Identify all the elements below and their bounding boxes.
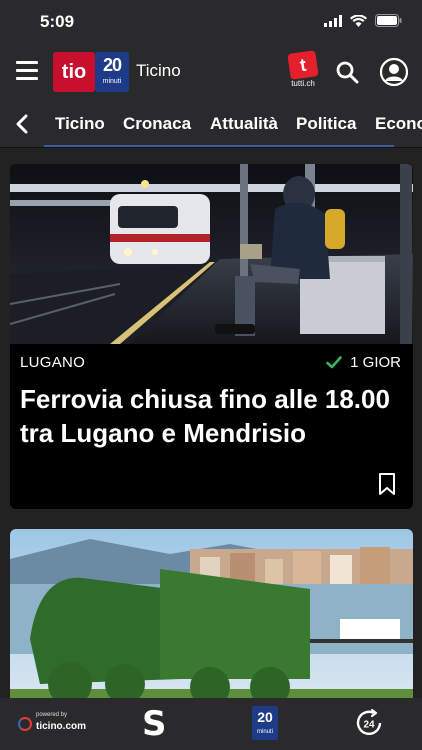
s-logo-button[interactable]: S: [142, 706, 174, 742]
search-icon[interactable]: [335, 60, 359, 84]
tutti-label: tutti.ch: [291, 79, 315, 88]
chevron-left-icon[interactable]: [12, 112, 34, 136]
tab-ticino[interactable]: Ticino: [55, 114, 105, 134]
article-time-label: 1 GIOR: [350, 354, 401, 371]
article-headline[interactable]: Ferrovia chiusa fino alle 18.00 tra Luga…: [20, 382, 410, 450]
ticino-com-powered-by: powered by: [36, 712, 68, 718]
tab-cronaca[interactable]: Cronaca: [123, 114, 191, 134]
20-minuti-logo[interactable]: 20 minuti: [95, 52, 129, 92]
bottom-logo-20-subtitle: minuti: [256, 729, 273, 735]
article-image-train-station[interactable]: [10, 164, 413, 344]
checkmark-icon: [326, 356, 342, 369]
bottom-bar: powered by ticino.com S 20 minuti 24: [0, 698, 422, 750]
bottom-logo-20-number: 20: [257, 709, 273, 725]
logo-20-subtitle: minuti: [102, 78, 122, 85]
menu-icon[interactable]: [16, 61, 38, 81]
tab-attualita[interactable]: Attualità: [210, 114, 278, 134]
article-image-lake-hedge[interactable]: [10, 529, 413, 698]
bookmark-icon[interactable]: [377, 472, 397, 496]
wifi-icon: [350, 14, 367, 27]
tab-economia[interactable]: Econo: [375, 114, 422, 134]
signal-icon: [324, 14, 342, 27]
article-time: 1 GIOR: [326, 354, 401, 371]
ticino-com-label: ticino.com: [36, 721, 87, 732]
clock-24-icon[interactable]: 24: [354, 708, 384, 738]
app-header: tio 20 minuti Ticino t tutti.ch: [0, 44, 422, 100]
status-icons: [324, 14, 402, 27]
status-time: 5:09: [40, 12, 75, 31]
category-tabs: Ticino Cronaca Attualità Politica Econo: [0, 100, 422, 148]
article-card[interactable]: LUGANO 1 GIOR Ferrovia chiusa fino alle …: [10, 164, 413, 509]
news-feed: LUGANO 1 GIOR Ferrovia chiusa fino alle …: [0, 148, 422, 698]
status-bar: 5:09: [0, 0, 422, 44]
tio-logo[interactable]: tio: [53, 52, 95, 92]
tab-politica[interactable]: Politica: [296, 114, 356, 134]
article-card-secondary[interactable]: [10, 529, 413, 698]
battery-icon: [375, 14, 402, 27]
tutti-badge: t: [287, 50, 319, 80]
ticino-com-button[interactable]: powered by ticino.com: [16, 712, 90, 738]
article-location: LUGANO: [20, 354, 86, 371]
ticino-com-logo-icon: [18, 717, 32, 731]
20-minuti-bottom-button[interactable]: 20 minuti: [252, 706, 278, 740]
logo-20-number: 20: [102, 55, 122, 75]
tutti-ch-button[interactable]: t tutti.ch: [285, 50, 321, 92]
user-profile-icon[interactable]: [379, 57, 409, 87]
clock-24-label: 24: [363, 720, 375, 731]
region-title: Ticino: [136, 61, 181, 80]
